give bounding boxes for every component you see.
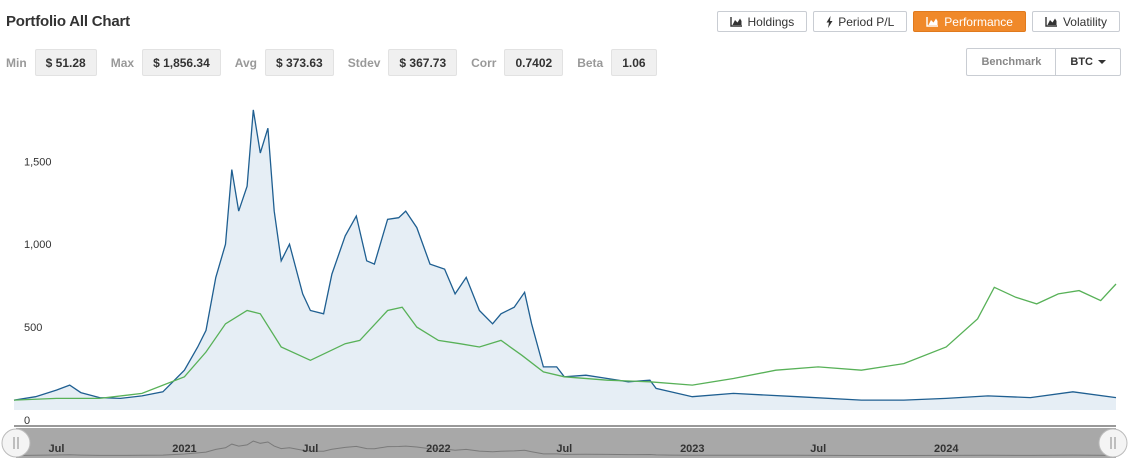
- portfolio-area: [14, 109, 1116, 411]
- y-tick-label: 1,500: [24, 156, 52, 168]
- performance-chart: 0 500 1,000 1,500 Jul 2021 Jul 2022 Jul 2023 Jul 2…: [1, 109, 1128, 458]
- y-tick-label: 0: [24, 415, 30, 427]
- x-tick-label: Jul: [810, 443, 826, 455]
- x-tick-label: 2022: [426, 443, 450, 455]
- x-tick-label: Jul: [302, 443, 318, 455]
- x-tick-label: Jul: [556, 443, 572, 455]
- navigator-handle-right[interactable]: [1098, 428, 1128, 458]
- x-tick-label: 2024: [934, 443, 959, 455]
- y-tick-label: 1,000: [24, 239, 52, 251]
- x-tick-label: 2023: [680, 443, 704, 455]
- y-tick-label: 500: [24, 322, 42, 334]
- x-tick-label: Jul: [48, 443, 64, 455]
- portfolio-line: [13, 109, 1117, 401]
- x-tick-label: 2021: [172, 443, 196, 455]
- navigator-handle-left[interactable]: [1, 428, 31, 458]
